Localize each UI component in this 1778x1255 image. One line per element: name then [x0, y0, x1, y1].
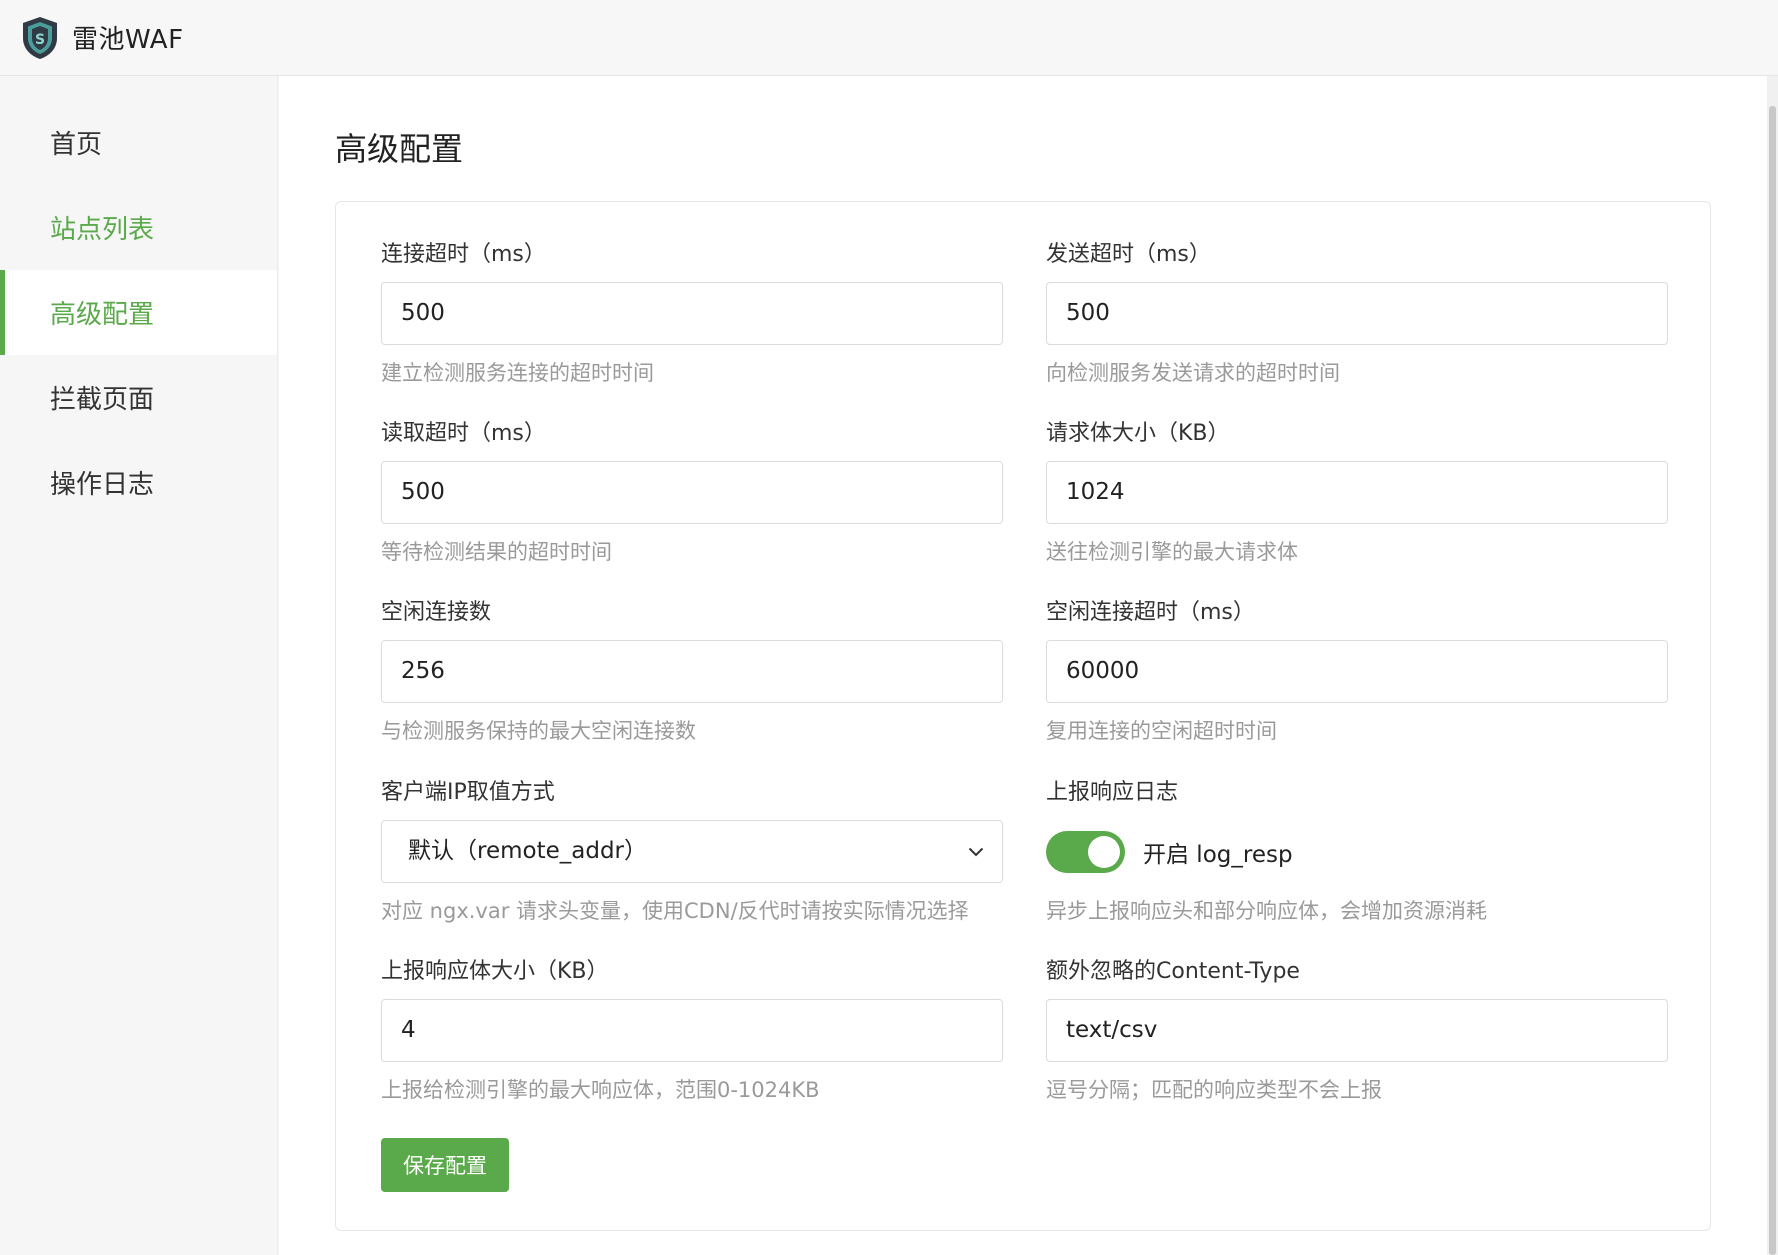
- page-title: 高级配置: [335, 130, 464, 168]
- save-config-button[interactable]: 保存配置: [381, 1138, 509, 1192]
- field-label: 客户端IP取值方式: [381, 780, 555, 805]
- field-hint: 异步上报响应头和部分响应体，会增加资源消耗: [1046, 899, 1487, 923]
- log-resp-field: 上报响应日志 开启 log_resp 异步上报响应头和部分响应体，会增加资源消耗: [1046, 778, 1668, 926]
- field-hint: 等待检测结果的超时时间: [381, 540, 612, 564]
- input-value: 500: [401, 479, 445, 505]
- field-hint: 复用连接的空闲超时时间: [1046, 719, 1277, 743]
- field-hint: 向检测服务发送请求的超时时间: [1046, 361, 1340, 385]
- connect-timeout-field: 连接超时（ms） 500 建立检测服务连接的超时时间: [381, 240, 1003, 388]
- client-ip-field: 客户端IP取值方式 默认（remote_addr） 对应 ngx.var 请求头…: [381, 778, 1003, 926]
- input-value: 256: [401, 658, 445, 684]
- read-timeout-input[interactable]: 500: [381, 461, 1003, 524]
- field-label: 请求体大小（KB）: [1046, 421, 1230, 446]
- log-resp-toggle-row: 开启 log_resp: [1046, 820, 1668, 883]
- input-value: 500: [1066, 300, 1110, 326]
- shield-logo-icon: S: [20, 15, 62, 61]
- toggle-label: 开启 log_resp: [1143, 841, 1293, 868]
- field-hint: 对应 ngx.var 请求头变量，使用CDN/反代时请按实际情况选择: [381, 899, 969, 923]
- ignore-content-type-input[interactable]: text/csv: [1046, 999, 1668, 1062]
- send-timeout-field: 发送超时（ms） 500 向检测服务发送请求的超时时间: [1046, 240, 1668, 388]
- field-label: 读取超时（ms）: [381, 421, 546, 446]
- sidebar-item-block-page[interactable]: 拦截页面: [0, 355, 277, 440]
- field-label: 空闲连接数: [381, 600, 492, 625]
- read-timeout-field: 读取超时（ms） 500 等待检测结果的超时时间: [381, 419, 1003, 567]
- chevron-down-icon: [968, 843, 986, 861]
- scrollbar[interactable]: [1767, 76, 1778, 1255]
- input-value: 1024: [1066, 479, 1125, 505]
- field-hint: 建立检测服务连接的超时时间: [381, 361, 654, 385]
- input-value: text/csv: [1066, 1017, 1158, 1043]
- body-size-input[interactable]: 1024: [1046, 461, 1668, 524]
- ignore-content-type-field: 额外忽略的Content-Type text/csv 逗号分隔；匹配的响应类型不…: [1046, 957, 1668, 1105]
- resp-body-size-field: 上报响应体大小（KB） 4 上报给检测引擎的最大响应体，范围0-1024KB: [381, 957, 1003, 1105]
- app-title: 雷池WAF: [72, 25, 184, 55]
- field-hint: 与检测服务保持的最大空闲连接数: [381, 719, 696, 743]
- input-value: 60000: [1066, 658, 1140, 684]
- idle-conns-field: 空闲连接数 256 与检测服务保持的最大空闲连接数: [381, 598, 1003, 746]
- idle-timeout-field: 空闲连接超时（ms） 60000 复用连接的空闲超时时间: [1046, 598, 1668, 746]
- field-label: 上报响应体大小（KB）: [381, 959, 609, 984]
- field-hint: 送往检测引擎的最大请求体: [1046, 540, 1298, 564]
- resp-body-size-input[interactable]: 4: [381, 999, 1003, 1062]
- connect-timeout-input[interactable]: 500: [381, 282, 1003, 345]
- field-label: 上报响应日志: [1046, 780, 1179, 805]
- top-header: S 雷池WAF: [0, 0, 1778, 76]
- main-content: 高级配置 连接超时（ms） 500 建立检测服务连接的超时时间 发送超时（ms）…: [279, 76, 1767, 1255]
- toggle-knob: [1088, 835, 1120, 868]
- sidebar: 首页 站点列表 高级配置 拦截页面 操作日志: [0, 76, 278, 1255]
- config-card: 连接超时（ms） 500 建立检测服务连接的超时时间 发送超时（ms） 500 …: [335, 201, 1711, 1231]
- input-value: 4: [401, 1017, 416, 1043]
- field-label: 连接超时（ms）: [381, 242, 546, 267]
- field-label: 额外忽略的Content-Type: [1046, 959, 1300, 984]
- sidebar-item-sites[interactable]: 站点列表: [0, 185, 277, 270]
- send-timeout-input[interactable]: 500: [1046, 282, 1668, 345]
- select-value: 默认（remote_addr）: [408, 838, 647, 864]
- scrollbar-thumb[interactable]: [1769, 106, 1776, 1255]
- input-value: 500: [401, 300, 445, 326]
- idle-conns-input[interactable]: 256: [381, 640, 1003, 703]
- field-hint: 上报给检测引擎的最大响应体，范围0-1024KB: [381, 1078, 820, 1102]
- svg-text:S: S: [35, 32, 45, 48]
- sidebar-item-home[interactable]: 首页: [0, 100, 277, 185]
- field-label: 空闲连接超时（ms）: [1046, 600, 1255, 625]
- body-size-field: 请求体大小（KB） 1024 送往检测引擎的最大请求体: [1046, 419, 1668, 567]
- log-resp-toggle[interactable]: [1046, 830, 1125, 873]
- field-label: 发送超时（ms）: [1046, 242, 1211, 267]
- client-ip-select[interactable]: 默认（remote_addr）: [381, 820, 1003, 883]
- field-hint: 逗号分隔；匹配的响应类型不会上报: [1046, 1078, 1382, 1102]
- sidebar-item-operation-log[interactable]: 操作日志: [0, 440, 277, 525]
- idle-timeout-input[interactable]: 60000: [1046, 640, 1668, 703]
- sidebar-item-advanced-config[interactable]: 高级配置: [0, 270, 277, 355]
